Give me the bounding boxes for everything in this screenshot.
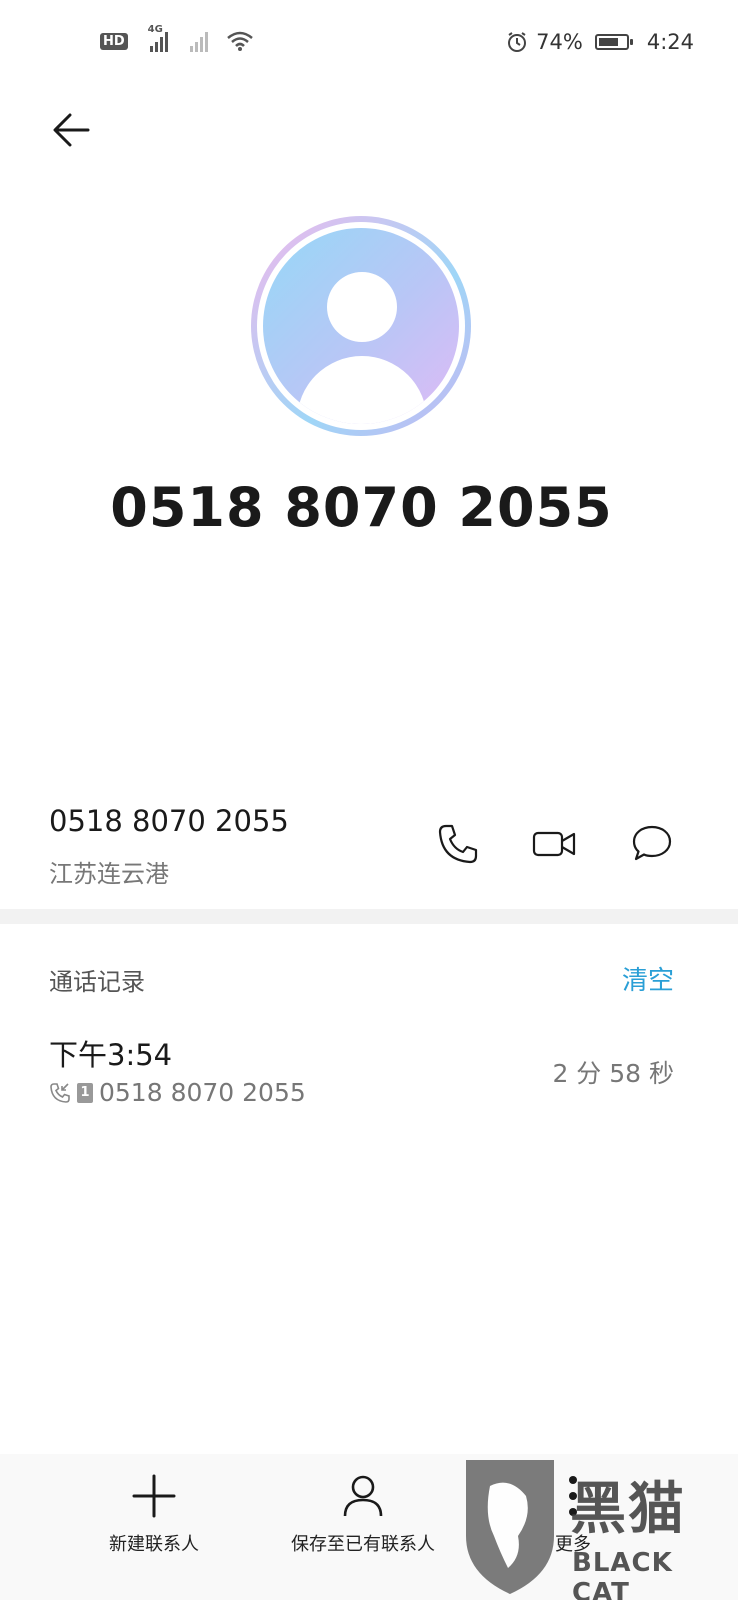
- call-log-title: 通话记录: [49, 968, 145, 996]
- clock: 4:24: [646, 30, 694, 54]
- network-type-label: 4G: [147, 24, 163, 35]
- status-left: HD 4G: [100, 24, 254, 52]
- contact-detail-screen: HD 4G 74% 4:24 0518 8070 2055 0518 8070 …: [0, 0, 738, 1600]
- alarm-icon: [508, 32, 527, 52]
- clear-log-button[interactable]: 清空: [622, 960, 674, 997]
- number-row: 0518 8070 2055 江苏连云港: [0, 790, 738, 908]
- call-log-entry-detail: 1 0518 8070 2055: [49, 1078, 306, 1107]
- person-placeholder-icon: [263, 228, 459, 424]
- sim-card-icon: 1: [77, 1082, 93, 1103]
- person-icon: [343, 1475, 383, 1517]
- signal-off-icon: [189, 30, 208, 52]
- blackcat-watermark: 黑猫 BLACK CAT: [460, 1456, 730, 1600]
- page-title-number: 0518 8070 2055: [110, 476, 613, 539]
- call-log-entry-number: 0518 8070 2055: [99, 1078, 306, 1107]
- status-right: 74% 4:24: [506, 30, 694, 54]
- save-to-existing-label: 保存至已有联系人: [291, 1534, 435, 1555]
- phone-icon: [438, 824, 478, 864]
- call-log-entry-time[interactable]: 下午3:54: [49, 1032, 172, 1074]
- hd-icon: HD: [100, 32, 128, 50]
- cat-shield-logo-icon: [466, 1460, 554, 1594]
- incoming-call-icon: [50, 1082, 70, 1103]
- battery-icon: [594, 34, 633, 50]
- save-to-existing-button[interactable]: 保存至已有联系人: [278, 1472, 448, 1556]
- message-button[interactable]: [628, 820, 676, 868]
- video-camera-icon: [532, 831, 576, 857]
- arrow-left-icon: [53, 113, 90, 147]
- call-button[interactable]: [434, 820, 482, 868]
- watermark-cn: 黑猫: [570, 1477, 686, 1542]
- signal-4g-icon: 4G: [148, 24, 168, 52]
- avatar: [251, 216, 471, 436]
- wifi-icon: [226, 31, 253, 51]
- phone-number[interactable]: 0518 8070 2055: [49, 804, 289, 838]
- section-divider: [0, 909, 738, 924]
- watermark-en: BLACK CAT: [572, 1548, 673, 1600]
- back-button[interactable]: [48, 106, 96, 154]
- number-location: 江苏连云港: [49, 860, 169, 888]
- status-bar: HD 4G 74% 4:24: [0, 0, 738, 90]
- battery-fill: [598, 38, 618, 46]
- new-contact-button[interactable]: 新建联系人: [96, 1472, 212, 1556]
- new-contact-label: 新建联系人: [109, 1534, 199, 1555]
- video-call-button[interactable]: [530, 820, 578, 868]
- plus-icon: [132, 1474, 176, 1518]
- call-log-entry-duration: 2 分 58 秒: [552, 1059, 674, 1088]
- message-bubble-icon: [632, 825, 672, 861]
- battery-percent: 74%: [536, 30, 583, 54]
